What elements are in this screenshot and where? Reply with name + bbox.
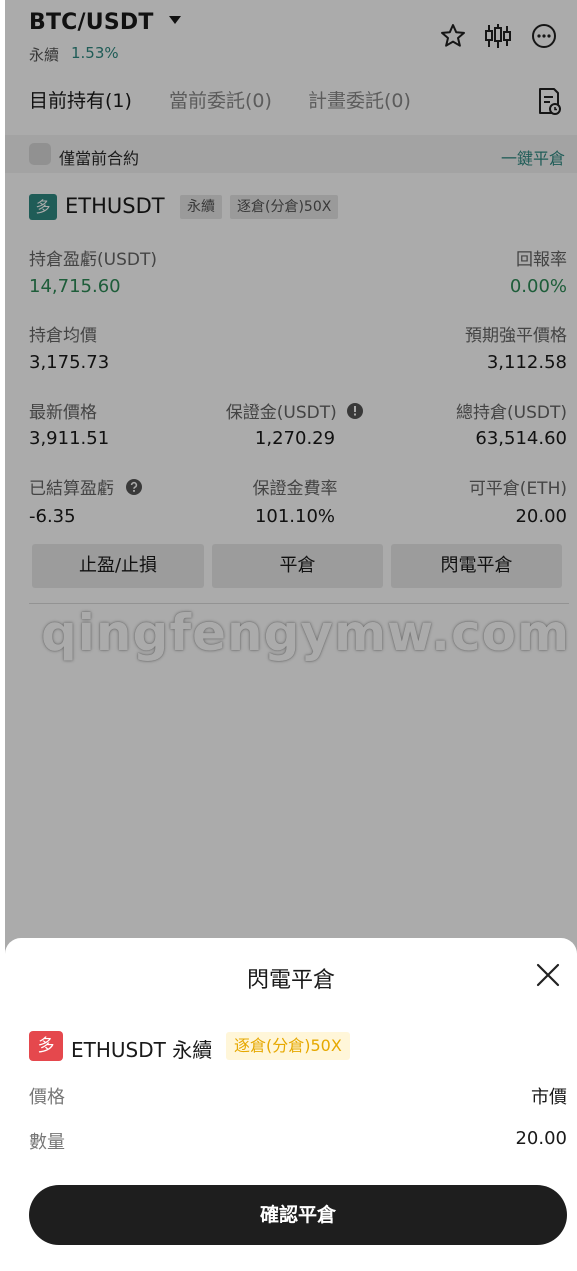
close-icon[interactable]: [535, 962, 561, 988]
flash-close-sheet: 閃電平倉 多 ETHUSDT 永續 逐倉(分倉)50X 價格 市價 數量 20.…: [5, 938, 577, 1271]
sheet-side-badge: 多: [29, 1031, 63, 1061]
sheet-qty-value: 20.00: [515, 1128, 567, 1149]
sheet-symbol: ETHUSDT 永續: [71, 1038, 213, 1062]
confirm-close-button[interactable]: 確認平倉: [29, 1185, 567, 1245]
positions-page: BTC/USDT 永續 1.53% 目前持有(1) 當前委託(0) 計畫委託(0…: [5, 0, 577, 1271]
sheet-price-label: 價格: [29, 1087, 65, 1108]
sheet-qty-label: 數量: [29, 1132, 65, 1153]
sheet-title: 閃電平倉: [246, 968, 335, 993]
sheet-price-value: 市價: [531, 1087, 567, 1108]
sheet-margin-mode-chip: 逐倉(分倉)50X: [226, 1032, 350, 1060]
